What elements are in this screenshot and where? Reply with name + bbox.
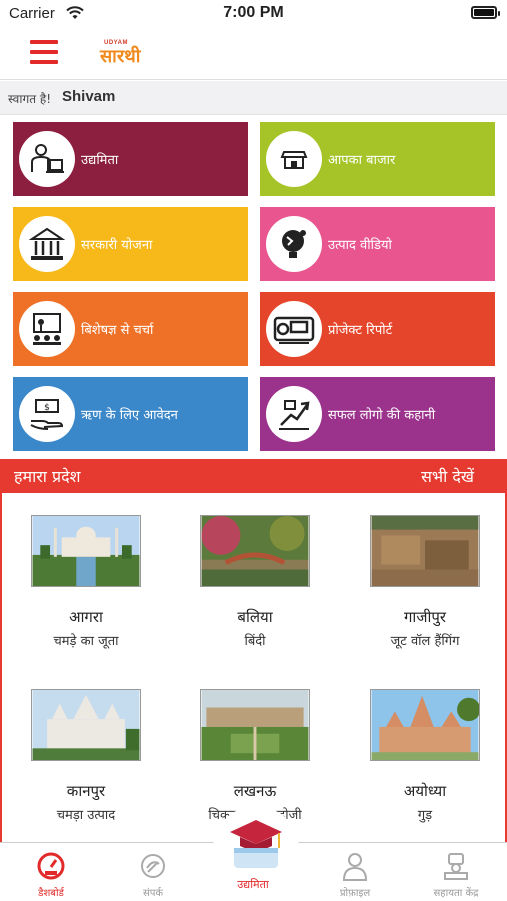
see-all-link[interactable]: सभी देखें (421, 465, 474, 487)
app-header: UDYAM सारथी (0, 28, 507, 80)
tile-label: ऋण के लिए आवेदन (81, 408, 178, 423)
tile-success-stories[interactable]: सफल लोगो की कहानी (260, 377, 495, 451)
tab-dashboard[interactable]: डैशबोर्ड (1, 843, 101, 901)
place-card-ghazipur[interactable]: गाजीपुर जूट वॉल हैंगिंग (350, 515, 500, 675)
place-card-ballia[interactable]: बलिया बिंदी (180, 515, 330, 675)
market-icon (266, 131, 322, 187)
app-logo: UDYAM सारथी (100, 40, 164, 68)
hamburger-menu-icon[interactable] (30, 40, 58, 66)
tile-expert-talk[interactable]: बिशेषज्ञ से चर्चा (13, 292, 248, 366)
place-product: बिंदी (244, 634, 266, 649)
tab-contact[interactable]: संपर्क (103, 843, 203, 901)
place-name: लखनऊ (233, 782, 277, 800)
tile-government-scheme[interactable]: सरकारी योजना (13, 207, 248, 281)
tile-label: सरकारी योजना (81, 238, 153, 253)
place-product: जूट वॉल हैंगिंग (390, 634, 460, 649)
tab-label: सहायता केंद्र (433, 888, 479, 899)
battery-icon (471, 6, 500, 19)
tab-label: डैशबोर्ड (38, 888, 64, 899)
welcome-bar: स्वागत है! Shivam (0, 81, 507, 115)
tab-profile[interactable]: प्रोफ़ाइल (305, 843, 405, 901)
tab-help-center[interactable]: सहायता केंद्र (406, 843, 506, 901)
tile-label: आपका बाजार (328, 153, 396, 168)
region-places: आगरा चमड़े का जूता बलिया बिंदी गाजीपुर ज… (0, 493, 507, 842)
product-video-icon (266, 216, 322, 272)
place-name: गाजीपुर (403, 608, 446, 626)
feature-grid: उद्यमिता आपका बाजार सरकारी योजना उत्पाद … (0, 115, 507, 460)
place-name: कानपुर (66, 782, 106, 800)
place-product: चमड़ा उत्पाद (56, 808, 116, 823)
tile-label: सफल लोगो की कहानी (328, 408, 436, 423)
ghazipur-image (370, 515, 480, 587)
entrepreneur-icon (19, 131, 75, 187)
tab-label: प्रोफ़ाइल (339, 888, 371, 899)
loan-icon: $ (19, 386, 75, 442)
place-name: अयोध्या (403, 782, 447, 800)
status-bar: Carrier 7:00 PM (0, 0, 507, 28)
tile-project-report[interactable]: प्रोजेक्ट रिपोर्ट (260, 292, 495, 366)
contact-icon (141, 854, 165, 878)
government-icon (19, 216, 75, 272)
place-card-ayodhya[interactable]: अयोध्या गुड़ (350, 689, 500, 849)
ayodhya-image (370, 689, 480, 761)
project-report-icon (266, 301, 322, 357)
tile-label: उद्यमिता (81, 153, 119, 168)
profile-icon (342, 853, 368, 881)
place-name: आगरा (69, 608, 103, 626)
tile-label: बिशेषज्ञ से चर्चा (81, 323, 154, 338)
tile-entrepreneurship[interactable]: उद्यमिता (13, 122, 248, 196)
user-name: Shivam (62, 88, 116, 105)
clock: 7:00 PM (223, 4, 284, 21)
tab-label-entrepreneurship: उद्यमिता (237, 878, 269, 891)
region-header: हमारा प्रदेश सभी देखें (0, 459, 507, 493)
region-title: हमारा प्रदेश (14, 467, 81, 486)
tile-label: प्रोजेक्ट रिपोर्ट (328, 323, 393, 338)
success-story-icon (266, 386, 322, 442)
logo-text: सारथी (100, 46, 141, 67)
welcome-greeting: स्वागत है! (8, 92, 52, 106)
svg-text:$: $ (44, 403, 50, 413)
place-card-agra[interactable]: आगरा चमड़े का जूता (11, 515, 161, 675)
ballia-image (200, 515, 310, 587)
place-name: बलिया (237, 608, 273, 626)
place-card-kanpur[interactable]: कानपुर चमड़ा उत्पाद (11, 689, 161, 849)
dashboard-icon (37, 852, 65, 880)
help-center-icon (444, 853, 468, 880)
agra-image (31, 515, 141, 587)
tile-product-video[interactable]: उत्पाद वीडियो (260, 207, 495, 281)
place-product: चमड़े का जूता (53, 634, 119, 649)
expert-talk-icon (19, 301, 75, 357)
lucknow-image (200, 689, 310, 761)
tile-your-market[interactable]: आपका बाजार (260, 122, 495, 196)
place-product: गुड़ (417, 808, 433, 823)
tile-loan-application[interactable]: $ ऋण के लिए आवेदन (13, 377, 248, 451)
tab-label: संपर्क (142, 888, 164, 899)
tile-label: उत्पाद वीडियो (328, 238, 392, 253)
kanpur-image (31, 689, 141, 761)
